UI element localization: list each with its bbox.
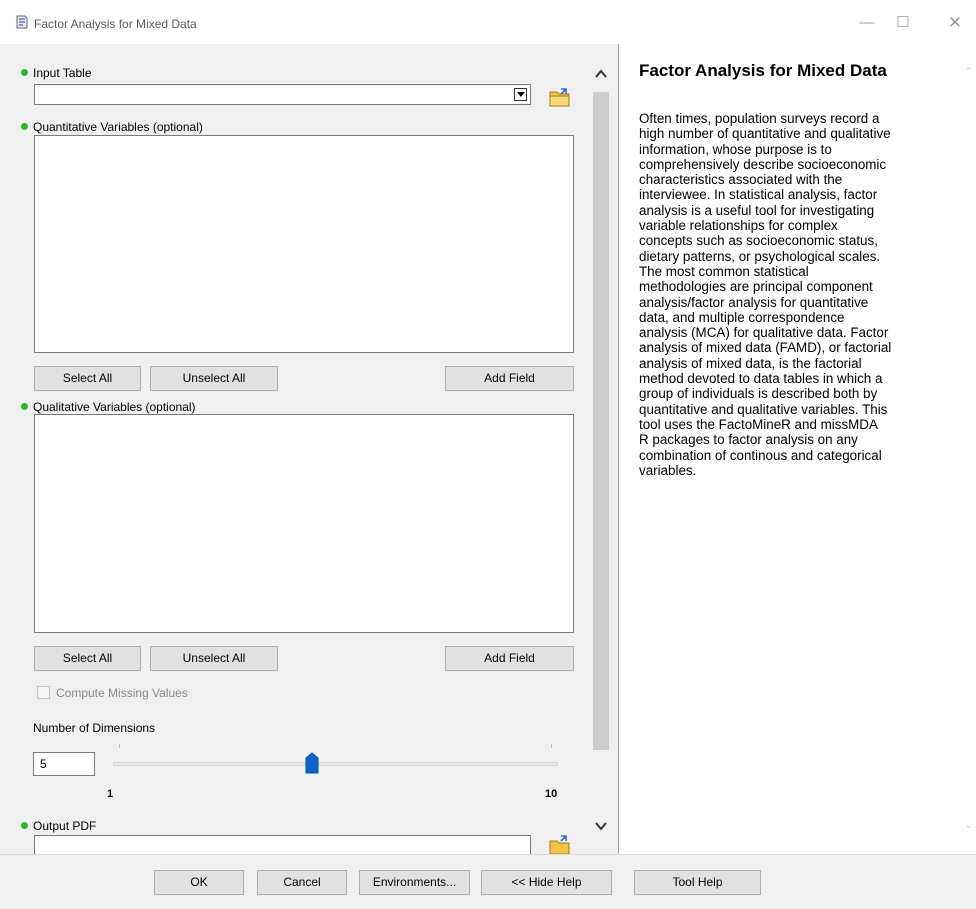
help-line: analysis is a useful tool for investigat… bbox=[639, 202, 875, 218]
help-line: quantitative and qualitative variables. … bbox=[639, 401, 888, 417]
dimensions-slider-track[interactable] bbox=[113, 762, 558, 766]
help-line: Often times, population surveys record a bbox=[639, 111, 880, 126]
help-line: method devoted to data tables in which a bbox=[639, 371, 883, 387]
qualitative-variables-label: Qualitative Variables (optional) bbox=[21, 400, 196, 414]
quantitative-variables-list[interactable] bbox=[34, 135, 574, 353]
help-line: methodologies are principal component bbox=[639, 279, 873, 295]
cancel-button[interactable]: Cancel bbox=[257, 870, 347, 895]
help-line: characteristics associated with the bbox=[639, 172, 843, 188]
help-scroll-down-icon[interactable]: ⌄ bbox=[965, 820, 973, 831]
help-pane: Factor Analysis for Mixed Data Often tim… bbox=[618, 44, 976, 854]
help-title: Factor Analysis for Mixed Data bbox=[639, 61, 887, 80]
minimize-icon[interactable]: — bbox=[852, 8, 882, 38]
help-line: high number of quantitative and qualitat… bbox=[639, 126, 891, 142]
help-line: concepts such as socioeconomic status, bbox=[639, 233, 878, 249]
help-line: information, whose purpose is to bbox=[639, 141, 832, 157]
help-line: data, and multiple correspondence bbox=[639, 309, 845, 325]
qualitative-variables-list[interactable] bbox=[34, 414, 574, 633]
number-of-dimensions-label: Number of Dimensions bbox=[33, 721, 156, 735]
tool-script-icon bbox=[16, 15, 28, 29]
help-line: analysis of mixed data, is the factorial bbox=[639, 355, 862, 371]
help-line: The most common statistical bbox=[639, 263, 809, 279]
maximize-icon[interactable]: ☐ bbox=[888, 8, 918, 38]
environments-button[interactable]: Environments... bbox=[359, 870, 470, 895]
quantitative-variables-label: Quantitative Variables (optional) bbox=[21, 120, 203, 134]
required-dot-icon bbox=[21, 69, 28, 76]
dropdown-arrow-icon[interactable] bbox=[514, 88, 527, 101]
number-of-dimensions-input[interactable]: 5 bbox=[33, 752, 95, 776]
tool-help-button[interactable]: Tool Help bbox=[634, 870, 761, 895]
scroll-down-icon[interactable] bbox=[592, 818, 610, 834]
help-line: combination of continous and categorical bbox=[639, 447, 882, 463]
help-line: variables. bbox=[639, 462, 697, 478]
help-line: analysis/factor analysis for quantitativ… bbox=[639, 294, 869, 310]
help-line: dietary patterns, or psychological scale… bbox=[639, 248, 881, 264]
optional-dot-icon bbox=[21, 123, 28, 130]
hide-help-button[interactable]: << Hide Help bbox=[481, 870, 612, 895]
help-line: comprehensively describe socioeconomic bbox=[639, 156, 887, 172]
help-line: tool uses the FactoMineR and missMDA bbox=[639, 416, 878, 432]
compute-missing-values-checkbox[interactable] bbox=[37, 686, 50, 699]
ok-button[interactable]: OK bbox=[154, 870, 244, 895]
quant-unselect-all-button[interactable]: Unselect All bbox=[150, 366, 278, 391]
slider-tick bbox=[119, 744, 120, 748]
help-line: analysis (MCA) for qualitative data. Fac… bbox=[639, 325, 889, 341]
close-icon[interactable]: ✕ bbox=[940, 8, 970, 38]
scroll-up-icon[interactable] bbox=[592, 66, 610, 82]
compute-missing-values-label: Compute Missing Values bbox=[56, 686, 188, 700]
output-pdf-label: Output PDF bbox=[21, 819, 96, 833]
help-line: variable relationships for complex bbox=[639, 218, 838, 234]
help-line: interviewee. In statistical analysis, fa… bbox=[639, 187, 878, 203]
qual-select-all-button[interactable]: Select All bbox=[34, 646, 141, 671]
help-body: Often times, population surveys record a… bbox=[639, 111, 961, 478]
qual-unselect-all-button[interactable]: Unselect All bbox=[150, 646, 278, 671]
title-bar: Factor Analysis for Mixed Data — ☐ ✕ bbox=[0, 0, 976, 44]
required-dot-icon bbox=[21, 822, 28, 829]
output-pdf-input[interactable] bbox=[34, 835, 531, 854]
input-table-combo[interactable] bbox=[34, 84, 531, 105]
parameters-scrollbar-thumb[interactable] bbox=[593, 92, 609, 750]
browse-folder-icon[interactable] bbox=[548, 85, 572, 109]
slider-tick bbox=[551, 744, 552, 748]
help-line: analysis of mixed data (FAMD), or factor… bbox=[639, 340, 892, 356]
qual-add-field-button[interactable]: Add Field bbox=[445, 646, 574, 671]
quant-add-field-button[interactable]: Add Field bbox=[445, 366, 574, 391]
help-line: R packages to factor analysis on any bbox=[639, 432, 858, 448]
dimensions-slider-thumb[interactable] bbox=[305, 752, 319, 774]
window-title: Factor Analysis for Mixed Data bbox=[34, 17, 197, 31]
slider-max-label: 10 bbox=[545, 788, 558, 800]
input-table-label: Input Table bbox=[21, 66, 92, 80]
browse-folder-icon[interactable] bbox=[548, 834, 572, 854]
help-line: group of individuals is described both b… bbox=[639, 386, 878, 402]
optional-dot-icon bbox=[21, 403, 28, 410]
slider-min-label: 1 bbox=[107, 788, 114, 800]
help-scroll-up-icon[interactable]: ⌃ bbox=[965, 66, 973, 77]
quant-select-all-button[interactable]: Select All bbox=[34, 366, 141, 391]
